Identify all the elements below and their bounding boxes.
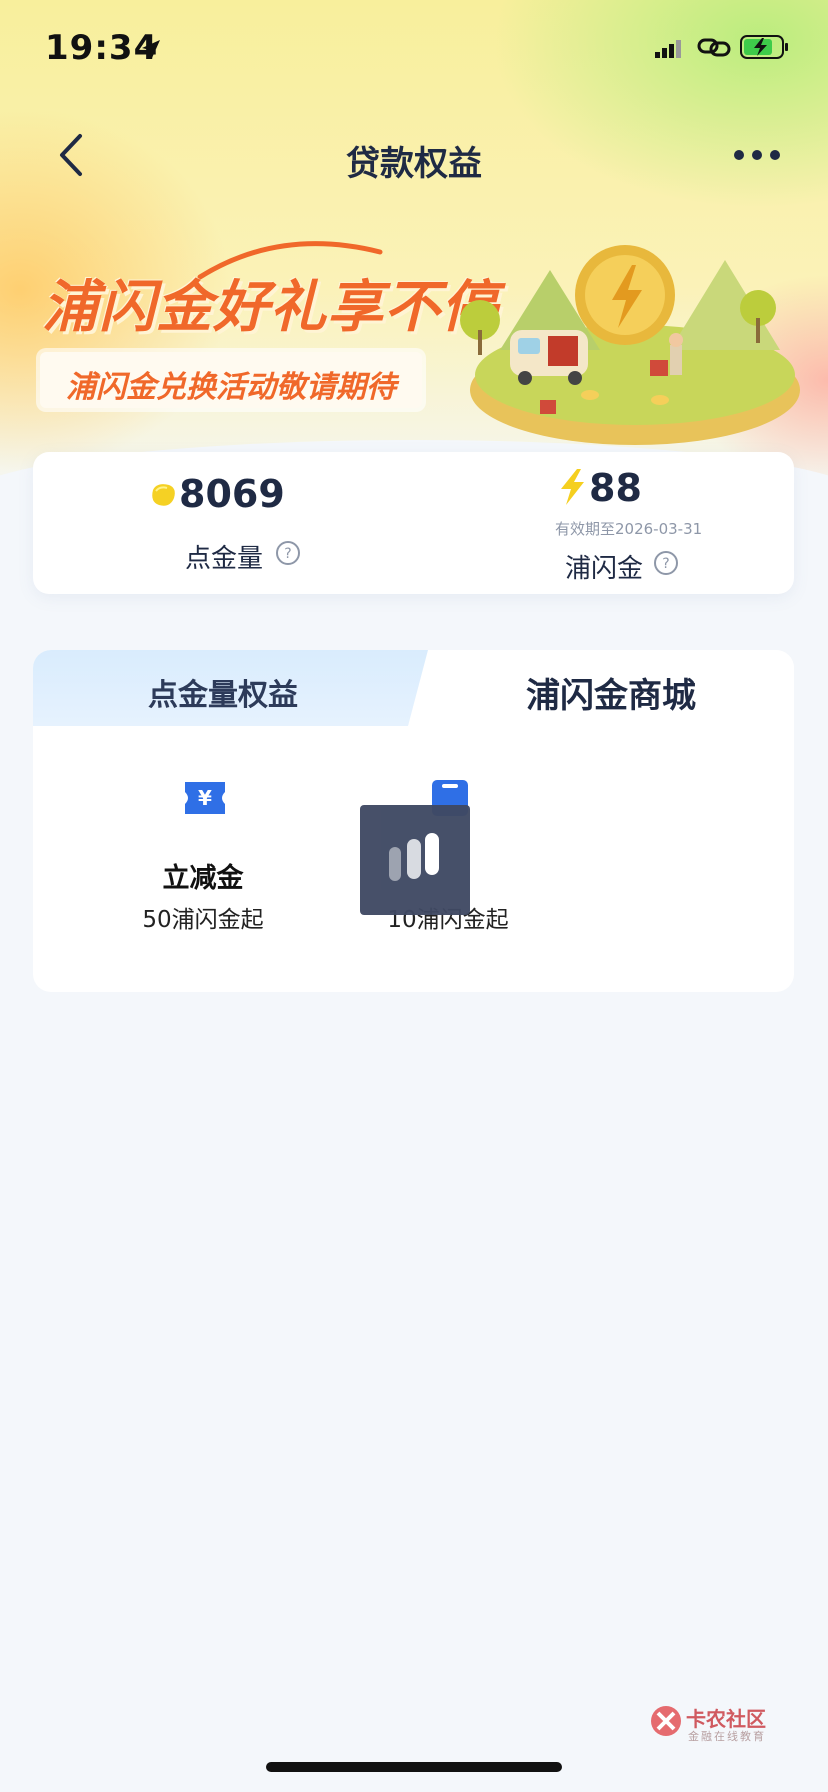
bar-chart-icon [389, 833, 439, 881]
pushanjin-expiry: 有效期至2026-03-31 [555, 520, 703, 538]
pushanjin-value: 88 [589, 466, 642, 510]
reward-item-name: 立减金 [162, 863, 244, 894]
status-bar: 19:34 [0, 0, 828, 100]
banner-subtitle: 浦闪金兑换活动敬请期待 [66, 370, 396, 405]
battery-icon [740, 34, 790, 64]
points-summary-card: 8069 点金量 ? 88 有效期至2026-03-31 浦闪金 ? [33, 452, 794, 594]
banner-subtitle-box: 浦闪金兑换活动敬请期待 [40, 352, 422, 408]
watermark-subtitle: 金融在线教育 [688, 1730, 766, 1743]
svg-text:¥: ¥ [198, 786, 212, 810]
dianjin-label: 点金量 [185, 544, 264, 574]
location-arrow-icon [140, 38, 162, 64]
lightning-icon [557, 468, 587, 510]
floating-app-badge[interactable] [360, 805, 470, 915]
svg-text:?: ? [284, 546, 291, 562]
banner-title: 浦闪金好礼享不停 [42, 275, 498, 340]
more-dots-icon [734, 150, 780, 160]
dianjin-value: 8069 [179, 472, 285, 516]
tab-dianjin-rights-label: 点金量权益 [148, 678, 298, 713]
link-icon [697, 35, 731, 63]
help-icon[interactable]: ? [275, 540, 301, 570]
pushanjin-label: 浦闪金 [565, 554, 644, 584]
tab-pushanjin-mall-label: 浦闪金商城 [526, 676, 696, 716]
reward-item-voucher[interactable]: ¥ 立减金 50浦闪金起 [93, 778, 313, 933]
help-icon[interactable]: ? [653, 550, 679, 580]
svg-text:?: ? [662, 556, 669, 572]
reward-item-desc: 50浦闪金起 [142, 907, 264, 933]
voucher-icon: ¥ [183, 778, 227, 822]
cellular-signal-icon [655, 38, 685, 64]
banner-illustration [460, 245, 800, 445]
home-indicator[interactable] [266, 1762, 562, 1772]
page-title: 贷款权益 [346, 144, 482, 184]
gold-coin-icon [149, 482, 177, 512]
more-button[interactable] [732, 140, 782, 170]
kanong-logo-icon [651, 1706, 681, 1736]
